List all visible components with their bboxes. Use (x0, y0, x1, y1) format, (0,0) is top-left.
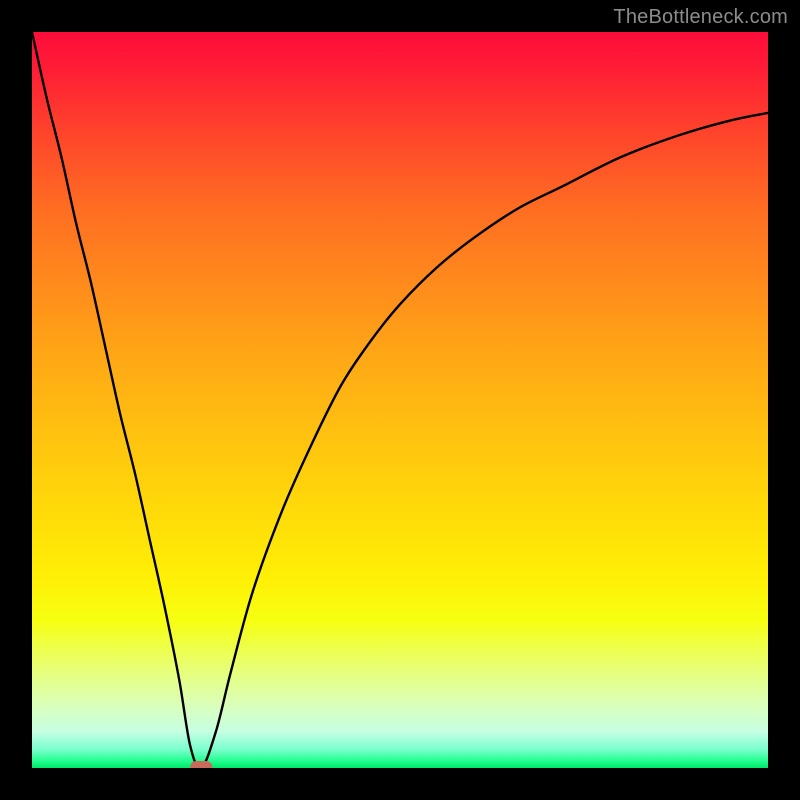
watermark-text: TheBottleneck.com (613, 6, 788, 29)
curve-svg (32, 32, 768, 768)
plot-area (32, 32, 768, 768)
bottleneck-curve (32, 32, 768, 768)
optimum-marker (190, 761, 212, 768)
chart-frame: TheBottleneck.com (0, 0, 800, 800)
